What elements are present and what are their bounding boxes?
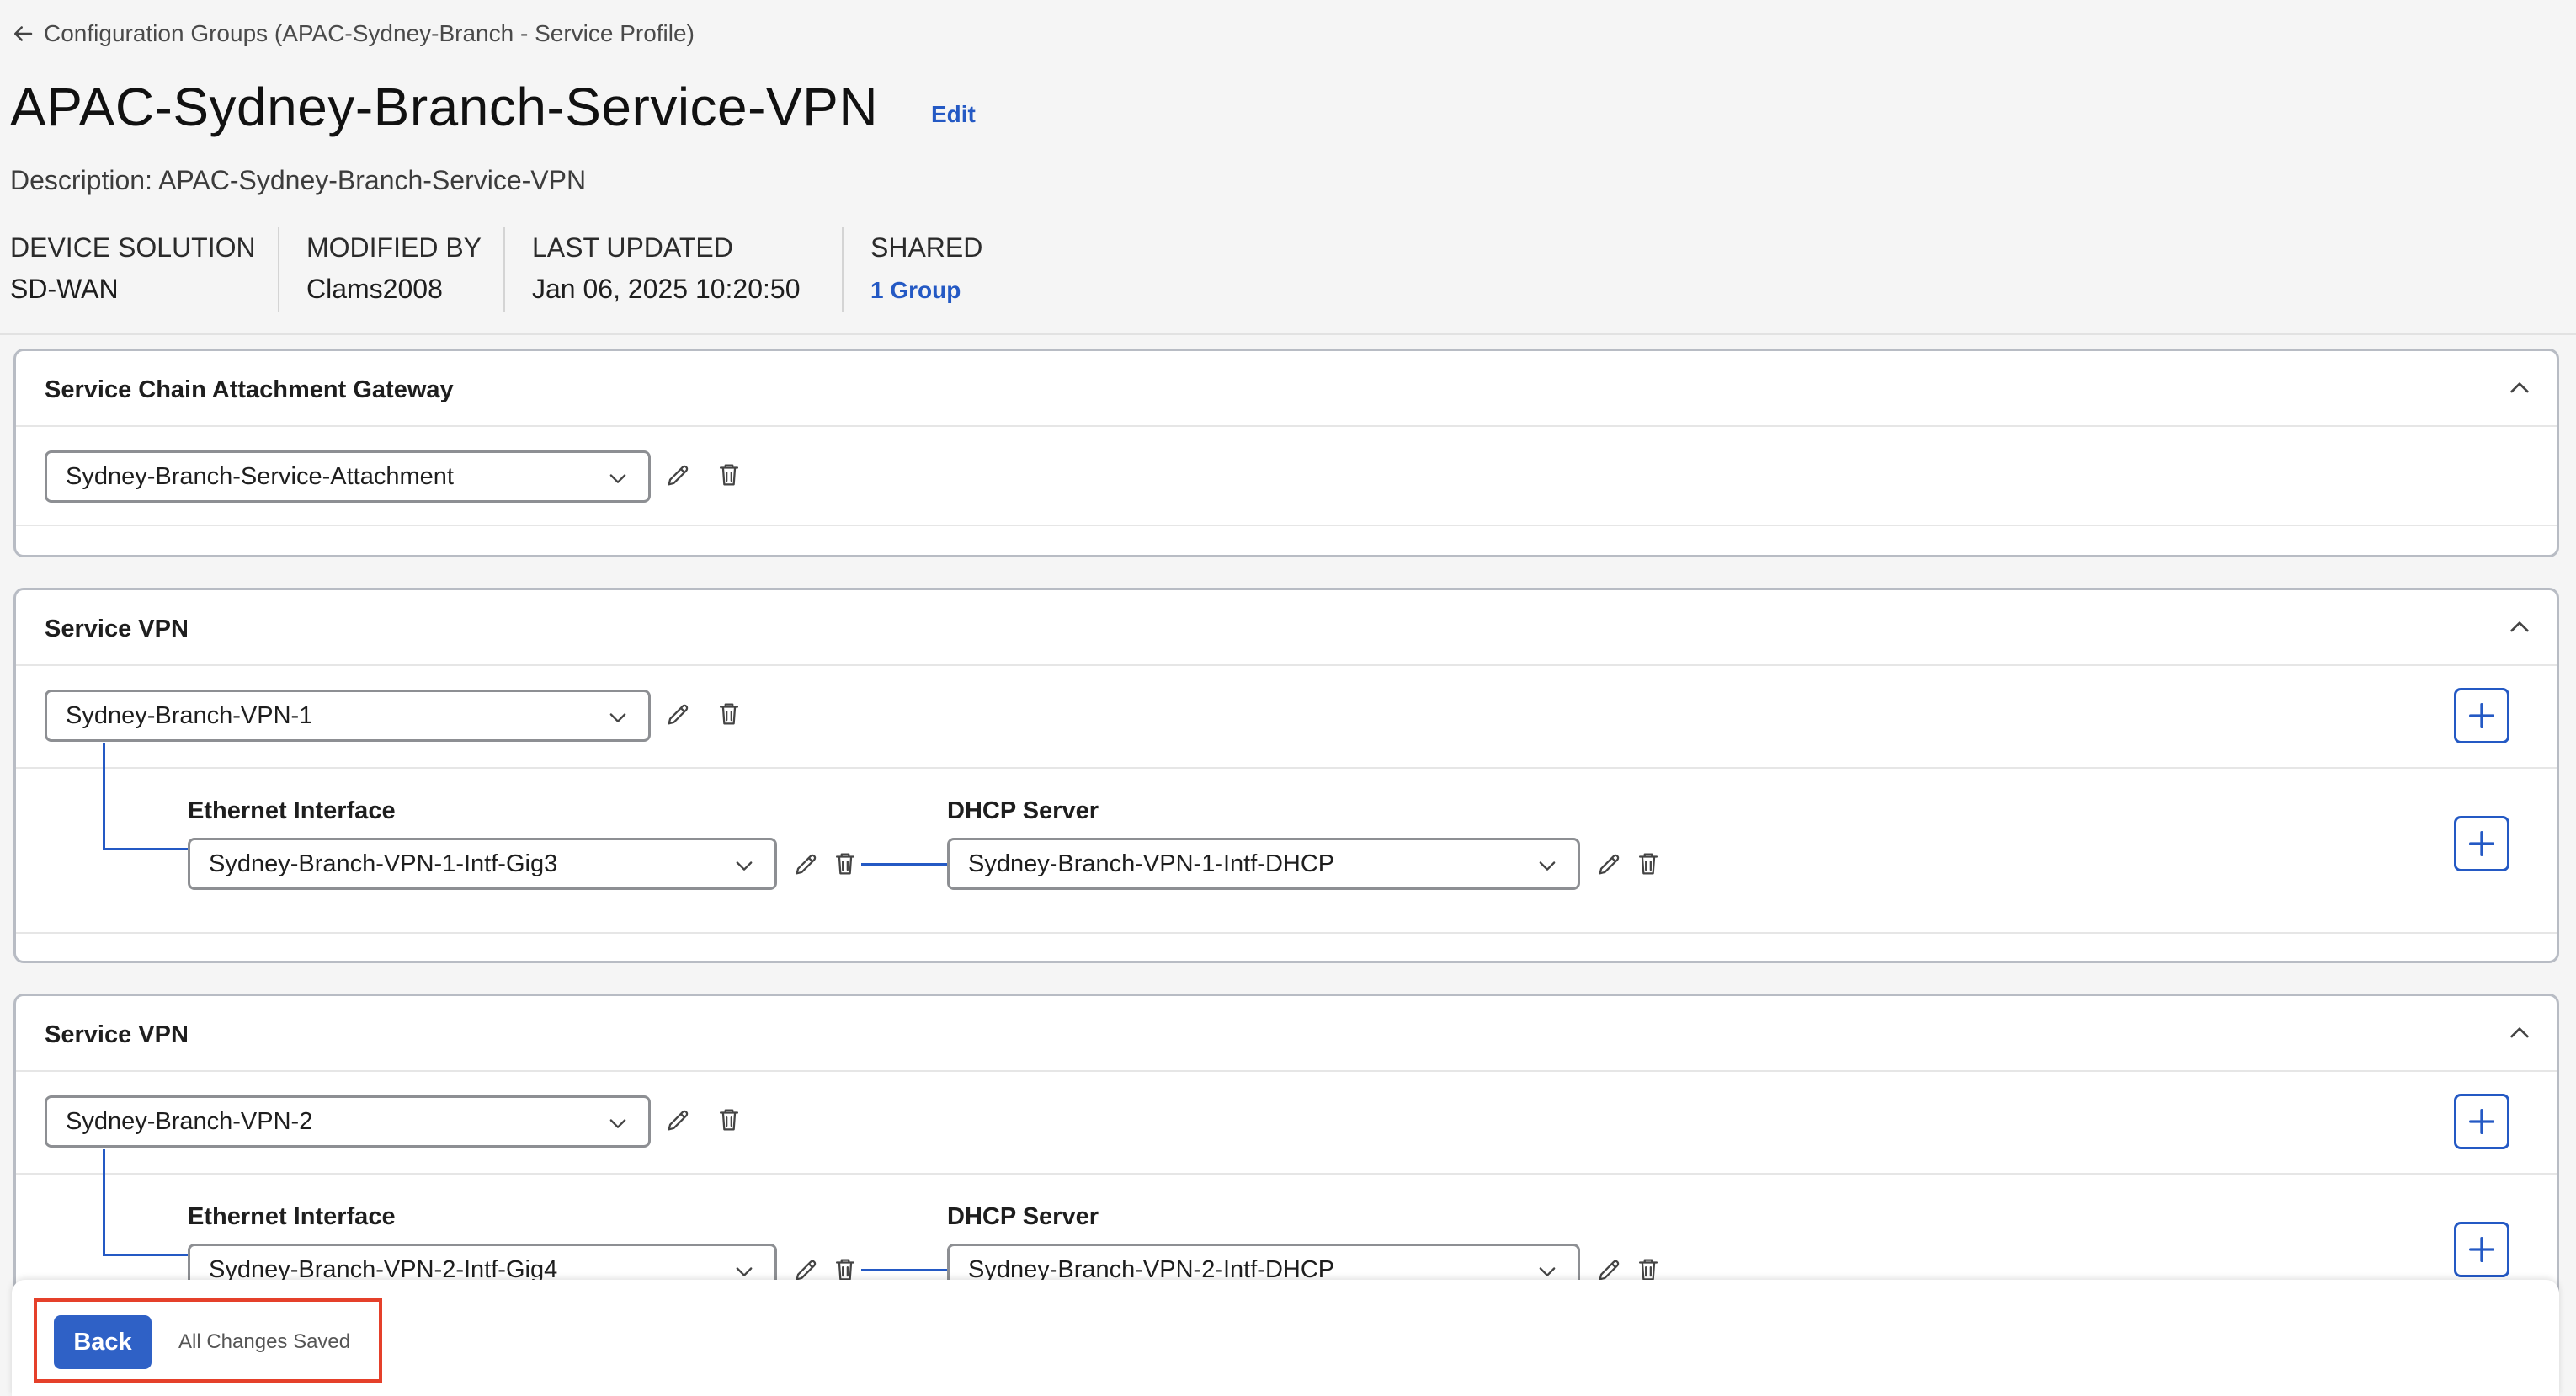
ethernet-interface-select[interactable]: Sydney-Branch-VPN-1-Intf-Gig3	[188, 838, 777, 890]
vpn-select[interactable]: Sydney-Branch-VPN-1	[45, 690, 651, 742]
add-feature-button[interactable]	[2454, 1094, 2509, 1149]
tree-connector	[103, 1149, 105, 1255]
page-description: Description: APAC-Sydney-Branch-Service-…	[10, 165, 587, 195]
section-service-chain-attachment-gateway: Service Chain Attachment Gateway Sydney-…	[13, 349, 2559, 557]
tree-connector	[103, 743, 105, 850]
select-value: Sydney-Branch-VPN-1	[66, 701, 313, 729]
trash-icon[interactable]	[715, 1106, 743, 1134]
chevron-up-icon[interactable]	[2506, 375, 2533, 402]
section-title: Service VPN	[45, 1021, 189, 1048]
breadcrumb[interactable]: Configuration Groups (APAC-Sydney-Branch…	[10, 20, 695, 47]
divider	[503, 227, 505, 312]
add-feature-button[interactable]	[2454, 688, 2509, 743]
add-subfeature-button[interactable]	[2454, 816, 2509, 871]
meta-label: LAST UPDATED	[532, 232, 733, 263]
meta-device-solution: DEVICE SOLUTION SD-WAN	[10, 232, 256, 305]
shared-groups-link[interactable]: 1 Group	[870, 277, 982, 304]
pencil-icon[interactable]	[792, 850, 821, 878]
chevron-up-icon[interactable]	[2506, 1020, 2533, 1047]
dhcp-server-label: DHCP Server	[947, 1203, 1099, 1230]
divider	[16, 525, 2557, 526]
chevron-down-icon	[606, 466, 630, 490]
section-service-vpn-1: Service VPN Sydney-Branch-VPN-1 Ethernet…	[13, 588, 2559, 963]
divider	[842, 227, 844, 312]
select-value: Sydney-Branch-VPN-1-Intf-Gig3	[209, 850, 558, 877]
plus-icon	[2465, 1233, 2499, 1266]
chevron-up-icon[interactable]	[2506, 614, 2533, 641]
dhcp-server-select[interactable]: Sydney-Branch-VPN-1-Intf-DHCP	[947, 838, 1580, 890]
divider	[16, 932, 2557, 934]
meta-modified-by: MODIFIED BY Clams2008	[306, 232, 482, 305]
meta-value: Jan 06, 2025 10:20:50	[532, 274, 801, 304]
page-title: APAC-Sydney-Branch-Service-VPN	[10, 77, 879, 137]
meta-label: DEVICE SOLUTION	[10, 232, 256, 263]
select-value: Sydney-Branch-VPN-1-Intf-DHCP	[968, 850, 1335, 877]
dhcp-server-label: DHCP Server	[947, 797, 1099, 824]
section-header: Service VPN	[16, 996, 2557, 1072]
edit-link[interactable]: Edit	[931, 101, 976, 128]
pencil-icon[interactable]	[664, 700, 693, 728]
attachment-select[interactable]: Sydney-Branch-Service-Attachment	[45, 450, 651, 503]
trash-icon[interactable]	[715, 700, 743, 728]
add-subfeature-button[interactable]	[2454, 1222, 2509, 1277]
ethernet-interface-label: Ethernet Interface	[188, 797, 396, 824]
vpn-select[interactable]: Sydney-Branch-VPN-2	[45, 1095, 651, 1148]
plus-icon	[2465, 1105, 2499, 1138]
divider	[16, 1173, 2557, 1175]
divider	[278, 227, 279, 312]
chevron-down-icon	[606, 706, 630, 729]
plus-icon	[2465, 699, 2499, 733]
pencil-icon[interactable]	[1595, 850, 1624, 878]
header-divider	[0, 333, 2576, 335]
chevron-down-icon	[606, 1111, 630, 1135]
chevron-down-icon	[732, 854, 756, 877]
section-header: Service Chain Attachment Gateway	[16, 351, 2557, 427]
meta-value: SD-WAN	[10, 274, 119, 304]
meta-label: SHARED	[870, 232, 983, 263]
breadcrumb-link[interactable]: Configuration Groups (APAC-Sydney-Branch…	[44, 20, 695, 47]
trash-icon[interactable]	[1634, 850, 1663, 878]
chevron-down-icon	[1535, 854, 1559, 877]
trash-icon[interactable]	[831, 850, 860, 878]
footer-bar	[12, 1280, 2559, 1396]
plus-icon	[2465, 827, 2499, 861]
divider	[16, 767, 2557, 769]
pencil-icon[interactable]	[664, 461, 693, 489]
section-title: Service VPN	[45, 615, 189, 642]
section-title: Service Chain Attachment Gateway	[45, 376, 454, 403]
ethernet-interface-label: Ethernet Interface	[188, 1203, 396, 1230]
meta-last-updated: LAST UPDATED Jan 06, 2025 10:20:50	[532, 232, 801, 305]
arrow-left-icon[interactable]	[10, 21, 35, 46]
trash-icon[interactable]	[715, 461, 743, 489]
select-value: Sydney-Branch-VPN-2	[66, 1107, 313, 1135]
save-status: All Changes Saved	[178, 1330, 351, 1353]
back-button[interactable]: Back	[54, 1315, 152, 1369]
meta-label: MODIFIED BY	[306, 232, 482, 263]
select-value: Sydney-Branch-Service-Attachment	[66, 462, 454, 490]
section-header: Service VPN	[16, 590, 2557, 666]
pencil-icon[interactable]	[664, 1106, 693, 1134]
meta-value: Clams2008	[306, 274, 443, 304]
meta-shared: SHARED 1 Group	[870, 232, 982, 304]
